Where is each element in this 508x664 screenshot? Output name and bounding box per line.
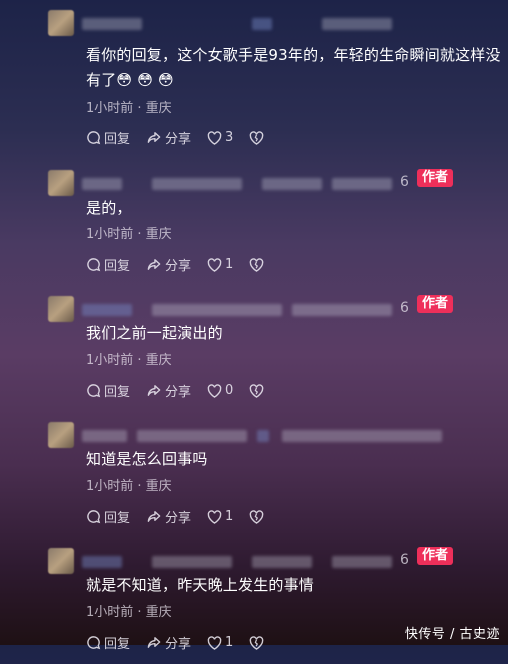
comment-text: 是的，	[86, 199, 132, 217]
share-label: 分享	[165, 637, 192, 652]
comment-text: 知道是怎么回事吗	[86, 450, 208, 468]
dislike-button[interactable]	[249, 383, 267, 398]
dislike-button[interactable]	[249, 130, 267, 145]
reply-label: 回复	[104, 259, 131, 274]
like-count: 0	[225, 383, 234, 398]
reply-label: 回复	[104, 637, 131, 652]
share-icon	[147, 637, 161, 648]
username-blurred[interactable]	[82, 426, 442, 444]
like-count: 1	[225, 635, 234, 650]
like-button[interactable]: 0	[207, 383, 233, 398]
author-badge: 作者	[417, 169, 454, 187]
like-button[interactable]: 1	[207, 509, 233, 524]
username-blurred[interactable]: 6	[82, 552, 412, 570]
comment-meta: 1小时前 · 重庆	[86, 353, 172, 368]
comment-item: 6 作者 我们之前一起演出的 1小时前 · 重庆 回复 分享 0	[0, 286, 508, 412]
share-button[interactable]: 分享	[146, 381, 191, 400]
comment-actions: 回复 分享 1	[86, 507, 283, 526]
dislike-button[interactable]	[249, 635, 267, 650]
comment-text: 看你的回复，这个女歌手是93年的，年轻的生命瞬间就这样没有了😳 😳 😳	[86, 46, 501, 89]
reply-button[interactable]: 回复	[86, 507, 130, 526]
username-suffix: 6	[400, 174, 409, 190]
share-button[interactable]: 分享	[146, 507, 191, 526]
comment-actions: 回复 分享 1	[86, 633, 283, 652]
comment-item: 看你的回复，这个女歌手是93年的，年轻的生命瞬间就这样没有了😳 😳 😳 1小时前…	[0, 0, 508, 147]
reply-icon	[87, 258, 101, 272]
comment-actions: 回复 分享 1	[86, 255, 283, 274]
broken-heart-icon	[250, 257, 264, 272]
avatar[interactable]	[48, 548, 74, 574]
share-label: 分享	[165, 259, 192, 274]
comment-meta: 1小时前 · 重庆	[86, 479, 172, 494]
broken-heart-icon	[250, 509, 264, 524]
watermark: 快传号 / 古史迹	[404, 627, 500, 642]
heart-icon	[207, 383, 222, 398]
username-suffix: 6	[400, 300, 409, 316]
reply-icon	[87, 384, 101, 398]
comment-item: 6 作者 就是不知道，昨天晚上发生的事情 1小时前 · 重庆 回复 分享 1	[0, 538, 508, 664]
like-button[interactable]: 1	[207, 257, 233, 272]
avatar[interactable]	[48, 296, 74, 322]
like-count: 1	[225, 257, 234, 272]
reply-label: 回复	[104, 385, 131, 400]
share-button[interactable]: 分享	[146, 255, 191, 274]
reply-button[interactable]: 回复	[86, 255, 130, 274]
broken-heart-icon	[250, 635, 264, 650]
heart-icon	[207, 257, 222, 272]
like-count: 1	[225, 509, 234, 524]
username-blurred[interactable]: 6	[82, 174, 412, 192]
comment-text: 我们之前一起演出的	[86, 324, 223, 342]
username-blurred[interactable]	[82, 14, 412, 32]
avatar[interactable]	[48, 422, 74, 448]
share-button[interactable]: 分享	[146, 633, 191, 652]
heart-icon	[207, 509, 222, 524]
reply-label: 回复	[104, 511, 131, 526]
like-button[interactable]: 1	[207, 635, 233, 650]
author-badge: 作者	[417, 295, 454, 313]
comment-item: 6 作者 是的， 1小时前 · 重庆 回复 分享 1	[0, 160, 508, 286]
share-button[interactable]: 分享	[146, 128, 191, 147]
share-icon	[147, 511, 161, 522]
like-count: 3	[225, 130, 234, 145]
reply-button[interactable]: 回复	[86, 633, 130, 652]
broken-heart-icon	[250, 130, 264, 145]
username-suffix: 6	[400, 552, 409, 568]
heart-icon	[207, 635, 222, 650]
heart-icon	[207, 130, 222, 145]
comment-text: 就是不知道，昨天晚上发生的事情	[86, 576, 315, 594]
reply-label: 回复	[104, 132, 131, 147]
reply-icon	[87, 636, 101, 650]
reply-button[interactable]: 回复	[86, 381, 130, 400]
share-label: 分享	[165, 385, 192, 400]
comment-actions: 回复 分享 0	[86, 381, 283, 400]
avatar[interactable]	[48, 10, 74, 36]
username-blurred[interactable]: 6	[82, 300, 412, 318]
share-icon	[147, 385, 161, 396]
dislike-button[interactable]	[249, 257, 267, 272]
share-icon	[147, 259, 161, 270]
reply-icon	[87, 510, 101, 524]
reply-icon	[87, 131, 101, 145]
author-badge: 作者	[417, 547, 454, 565]
comment-meta: 1小时前 · 重庆	[86, 605, 172, 620]
broken-heart-icon	[250, 383, 264, 398]
share-icon	[147, 132, 161, 143]
reply-button[interactable]: 回复	[86, 128, 130, 147]
comment-actions: 回复 分享 3	[86, 128, 283, 147]
dislike-button[interactable]	[249, 509, 267, 524]
avatar[interactable]	[48, 170, 74, 196]
share-label: 分享	[165, 511, 192, 526]
comment-item: 知道是怎么回事吗 1小时前 · 重庆 回复 分享 1	[0, 412, 508, 538]
comment-meta: 1小时前 · 重庆	[86, 227, 172, 242]
share-label: 分享	[165, 132, 192, 147]
like-button[interactable]: 3	[207, 130, 233, 145]
comment-meta: 1小时前 · 重庆	[86, 101, 172, 116]
